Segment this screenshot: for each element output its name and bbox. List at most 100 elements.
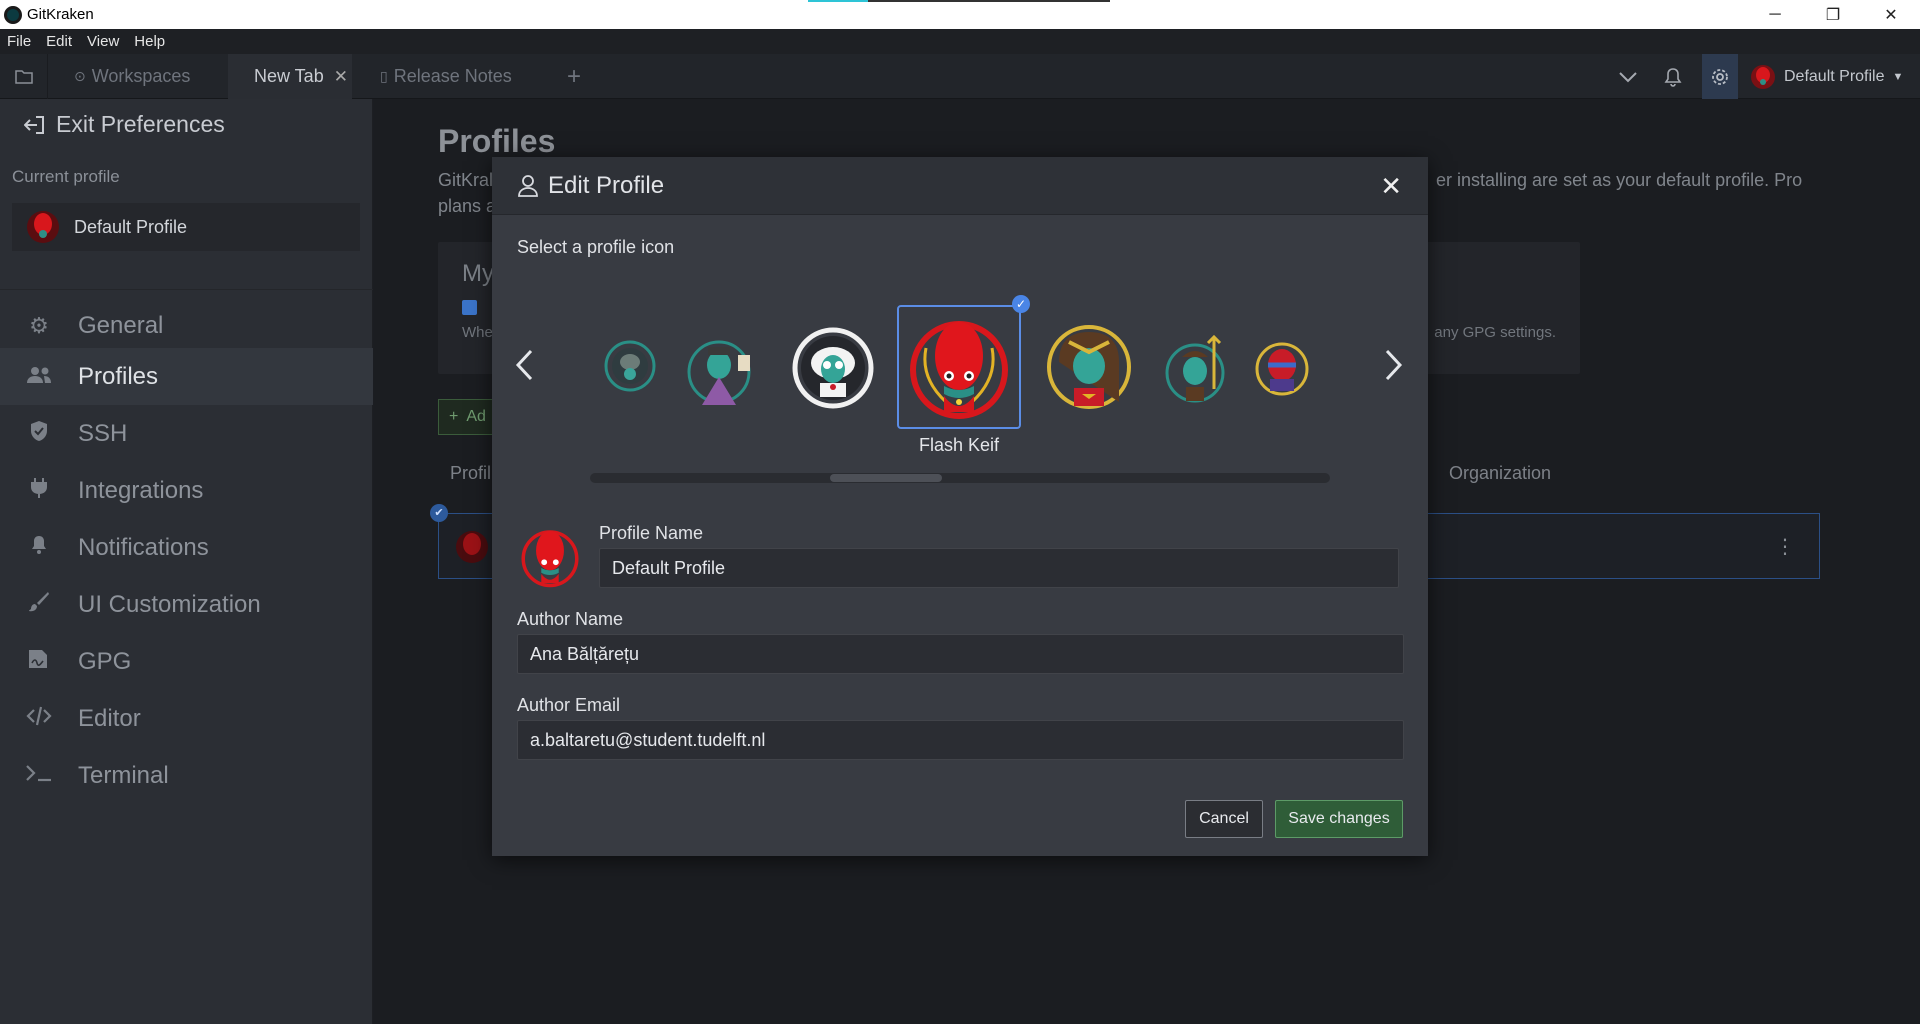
- tab-label: Workspaces: [91, 66, 191, 86]
- page-description-line2: plans a: [438, 196, 497, 216]
- avatar-option-3[interactable]: [790, 325, 876, 416]
- sidebar-item-integrations[interactable]: Integrations: [0, 462, 373, 519]
- document-icon: ▯: [380, 68, 388, 84]
- avatar-option-6[interactable]: [1162, 334, 1228, 410]
- sidebar-item-terminal[interactable]: Terminal: [0, 747, 373, 804]
- carousel-scrollbar[interactable]: [590, 473, 1330, 483]
- page-title: Profiles: [438, 123, 556, 159]
- minimize-button[interactable]: ─: [1746, 0, 1804, 29]
- card-title: My: [462, 260, 494, 287]
- sidebar-item-gpg[interactable]: GPG: [0, 633, 373, 690]
- selected-avatar-name: Flash Keif: [918, 435, 1000, 455]
- restore-button[interactable]: ❐: [1804, 0, 1862, 29]
- flash-keif-avatar-icon: [455, 530, 489, 569]
- plus-icon: +: [449, 408, 459, 425]
- save-changes-button[interactable]: Save changes: [1275, 800, 1403, 838]
- folder-icon: [14, 70, 33, 84]
- sidebar-item-label: GPG: [78, 647, 132, 675]
- author-name-input[interactable]: Ana Bălțărețu: [517, 634, 1404, 674]
- avatar-option-2[interactable]: [682, 335, 756, 414]
- avatar-option-5[interactable]: [1044, 322, 1134, 417]
- sidebar-item-editor[interactable]: Editor: [0, 690, 373, 747]
- menu-edit[interactable]: Edit: [39, 33, 80, 50]
- sidebar-item-label: Integrations: [78, 476, 204, 504]
- avatar-option-1[interactable]: [604, 340, 656, 397]
- tab-label: Release Notes: [393, 66, 512, 86]
- caret-down-icon: ▼: [1892, 70, 1904, 83]
- carousel-prev-arrow[interactable]: [514, 347, 534, 392]
- profile-switcher[interactable]: Default Profile ▼: [1750, 54, 1903, 99]
- flash-keif-avatar-icon: [27, 211, 59, 243]
- chevron-down-icon[interactable]: [1618, 54, 1638, 99]
- close-tab-icon[interactable]: ✕: [334, 67, 348, 87]
- loading-bar: [808, 0, 1110, 2]
- cancel-button[interactable]: Cancel: [1185, 800, 1263, 838]
- tab-workspaces[interactable]: ⊙ Workspaces: [48, 54, 228, 99]
- flash-keif-avatar-icon[interactable]: [904, 312, 1014, 427]
- card-subtext-right: any GPG settings.: [1434, 324, 1556, 341]
- tab-new-tab[interactable]: New Tab ✕: [228, 54, 352, 99]
- sidebar-item-ui-customization[interactable]: UI Customization: [0, 576, 373, 633]
- folder-button[interactable]: [0, 54, 48, 99]
- add-tab-button[interactable]: +: [540, 54, 608, 99]
- user-icon: [518, 174, 538, 197]
- modal-title: Edit Profile: [548, 171, 665, 199]
- exit-preferences-button[interactable]: Exit Preferences: [24, 111, 225, 138]
- sidebar-item-label: UI Customization: [78, 590, 261, 618]
- brush-icon: [24, 591, 54, 619]
- current-profile-card: Default Profile: [12, 203, 360, 251]
- app-title: GitKraken: [27, 6, 94, 23]
- profile-avatar-preview: [518, 525, 582, 594]
- exit-icon: [24, 115, 44, 134]
- page-description-start: GitKral: [438, 170, 494, 190]
- preferences-sidebar: Exit Preferences Current profile Default…: [0, 99, 373, 1024]
- code-icon: [24, 706, 54, 732]
- bell-icon[interactable]: [1664, 54, 1682, 99]
- sidebar-item-label: Editor: [78, 704, 141, 732]
- gitkraken-logo-icon: [4, 5, 22, 24]
- kebab-menu-icon[interactable]: ⋮: [1775, 534, 1795, 559]
- window-titlebar: GitKraken ─ ❐ ✕: [0, 0, 1920, 29]
- sidebar-item-label: General: [78, 311, 164, 339]
- exit-preferences-label: Exit Preferences: [56, 111, 225, 137]
- sidebar-item-ssh[interactable]: SSH: [0, 405, 373, 462]
- shield-icon: [24, 420, 54, 448]
- menu-view[interactable]: View: [80, 33, 127, 50]
- avatar-option-7[interactable]: [1254, 341, 1310, 402]
- flash-keif-avatar-icon: [1751, 64, 1775, 89]
- tab-bar: ⊙ Workspaces New Tab ✕ ▯ Release Notes +…: [0, 54, 1920, 99]
- carousel-scroll-thumb[interactable]: [830, 474, 942, 482]
- sidebar-item-notifications[interactable]: Notifications: [0, 519, 373, 576]
- current-profile-heading: Current profile: [12, 167, 120, 186]
- carousel-next-arrow[interactable]: [1384, 347, 1404, 392]
- profile-name-label: Profile Name: [599, 523, 704, 543]
- card-checkbox[interactable]: [462, 300, 477, 315]
- add-profile-label: Ad: [466, 408, 486, 425]
- sidebar-item-profiles[interactable]: Profiles: [0, 348, 373, 405]
- selected-check-icon: ✓: [1012, 295, 1030, 313]
- menu-file[interactable]: File: [0, 33, 39, 50]
- sidebar-item-label: SSH: [78, 419, 128, 447]
- tab-label: New Tab: [254, 66, 324, 86]
- sidebar-item-general[interactable]: ⚙ General: [0, 297, 373, 354]
- page-description-end: er installing are set as your default pr…: [1436, 170, 1803, 190]
- author-email-label: Author Email: [517, 695, 621, 715]
- settings-gear-icon[interactable]: [1702, 54, 1738, 99]
- modal-header: Edit Profile ✕: [492, 157, 1428, 215]
- menu-help[interactable]: Help: [127, 33, 173, 50]
- add-profile-button[interactable]: + Ad: [438, 399, 498, 435]
- terminal-icon: [24, 763, 54, 789]
- sidebar-item-label: Profiles: [78, 362, 159, 390]
- workspaces-icon: ⊙: [74, 68, 86, 84]
- profile-switcher-label: Default Profile: [1784, 67, 1885, 85]
- edit-profile-modal: Edit Profile ✕ Select a profile icon ✓ F…: [492, 157, 1428, 856]
- select-icon-label: Select a profile icon: [517, 237, 675, 257]
- plug-icon: [24, 477, 54, 505]
- column-header-profile: Profil: [450, 463, 492, 483]
- author-email-input[interactable]: a.baltaretu@student.tudelft.nl: [517, 720, 1404, 760]
- close-icon[interactable]: ✕: [1380, 171, 1402, 202]
- gear-icon: ⚙: [29, 312, 49, 338]
- tab-release-notes[interactable]: ▯ Release Notes: [352, 54, 532, 99]
- close-window-button[interactable]: ✕: [1862, 0, 1920, 29]
- profile-name-input[interactable]: Default Profile: [599, 548, 1399, 588]
